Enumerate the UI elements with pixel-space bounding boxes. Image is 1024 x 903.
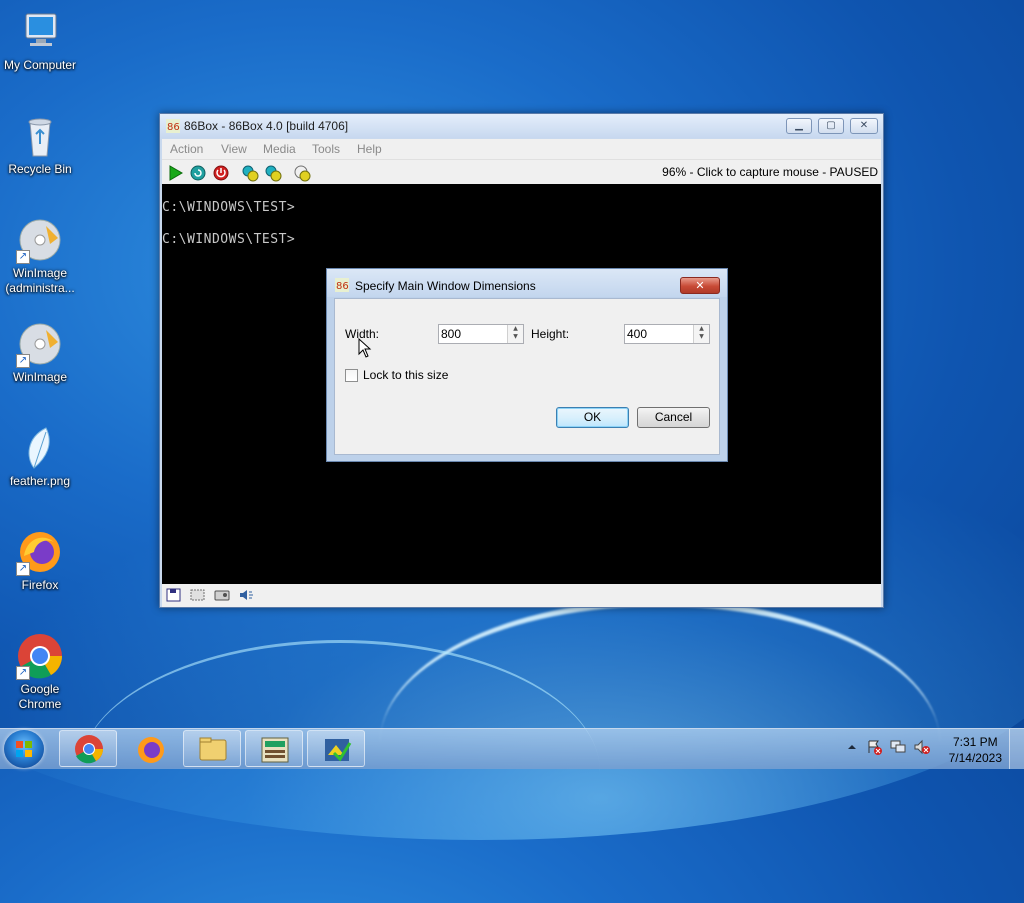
floppy-icon[interactable] bbox=[166, 588, 182, 602]
svg-text:86: 86 bbox=[167, 122, 180, 133]
windows-logo-icon bbox=[16, 741, 32, 757]
menu-help[interactable]: Help bbox=[357, 142, 382, 156]
shortcut-arrow-icon: ↗ bbox=[16, 354, 30, 368]
start-button[interactable] bbox=[4, 730, 44, 768]
cancel-button[interactable]: Cancel bbox=[637, 407, 710, 428]
taskbar-explorer[interactable] bbox=[183, 730, 241, 767]
status-text[interactable]: 96% - Click to capture mouse - PAUSED bbox=[662, 165, 878, 179]
dos-prompt-line: C:\WINDOWS\TEST> bbox=[162, 200, 296, 215]
network-icon[interactable] bbox=[890, 739, 906, 755]
sound-icon[interactable] bbox=[238, 588, 254, 602]
shortcut-arrow-icon: ↗ bbox=[16, 562, 30, 576]
desktop-icon-label: Recycle Bin bbox=[8, 162, 72, 176]
hard-disk-icon[interactable] bbox=[214, 588, 230, 602]
volume-muted-icon[interactable] bbox=[914, 739, 930, 755]
86box-icon bbox=[261, 737, 289, 763]
action-center-icon[interactable] bbox=[866, 739, 882, 755]
recycle-bin-icon bbox=[16, 112, 64, 160]
feather-icon bbox=[16, 424, 64, 472]
taskbar-clock[interactable]: 7:31 PM 7/14/2023 bbox=[949, 734, 1002, 766]
reset-icon[interactable] bbox=[189, 164, 207, 182]
firefox-icon bbox=[138, 737, 164, 763]
width-spinbox[interactable]: 800 ▲ ▼ bbox=[438, 324, 524, 344]
toolbar: 96% - Click to capture mouse - PAUSED bbox=[162, 159, 881, 185]
close-button[interactable]: ✕ bbox=[850, 118, 878, 134]
ctrl-alt-del-icon[interactable] bbox=[264, 164, 282, 182]
width-spin-arrows-icon[interactable]: ▲ ▼ bbox=[507, 325, 523, 343]
menubar: Action View Media Tools Help bbox=[162, 139, 881, 159]
desktop-icon-label: WinImage bbox=[12, 370, 68, 384]
dialog-titlebar[interactable]: 86 Specify Main Window Dimensions ✕ bbox=[327, 269, 727, 297]
lock-size-checkbox[interactable] bbox=[345, 369, 358, 382]
clock-time: 7:31 PM bbox=[952, 735, 998, 749]
dimensions-dialog: 86 Specify Main Window Dimensions ✕ Widt… bbox=[326, 268, 728, 462]
desktop-icon-label: WinImage (administra... bbox=[5, 266, 75, 295]
settings-icon[interactable] bbox=[241, 164, 259, 182]
shortcut-arrow-icon: ↗ bbox=[16, 250, 30, 264]
winimage-icon: ↗ bbox=[16, 320, 64, 368]
dialog-body: Width: 800 ▲ ▼ Height: 400 ▲ ▼ Lock to thi… bbox=[334, 298, 720, 455]
play-icon[interactable] bbox=[166, 164, 184, 182]
desktop-icon-firefox[interactable]: ↗ Firefox bbox=[0, 528, 80, 593]
desktop-icon-label: Firefox bbox=[21, 578, 59, 592]
taskbar-winimage[interactable] bbox=[307, 730, 365, 767]
maximize-button[interactable]: ▢ bbox=[818, 118, 844, 134]
dialog-close-button[interactable]: ✕ bbox=[680, 277, 720, 294]
height-label: Height: bbox=[531, 327, 570, 341]
window-titlebar[interactable]: 86 86Box - 86Box 4.0 [build 4706] ▁ ▢ ✕ bbox=[160, 114, 883, 138]
desktop-icon-google-chrome[interactable]: ↗ Google Chrome bbox=[0, 632, 80, 712]
taskbar-firefox[interactable] bbox=[121, 730, 179, 767]
menu-view[interactable]: View bbox=[221, 142, 247, 156]
86box-icon: 86 bbox=[335, 278, 349, 292]
mouse-cursor-icon bbox=[358, 337, 372, 358]
desktop-icon-recycle-bin[interactable]: Recycle Bin bbox=[0, 112, 80, 177]
height-spinbox[interactable]: 400 ▲ ▼ bbox=[624, 324, 710, 344]
window-title: 86Box - 86Box 4.0 [build 4706] bbox=[184, 119, 349, 133]
desktop-icon-winimage[interactable]: ↗ WinImage bbox=[0, 320, 80, 385]
computer-icon bbox=[16, 8, 64, 56]
ctrl-alt-esc-icon[interactable] bbox=[293, 164, 311, 182]
menu-media[interactable]: Media bbox=[263, 142, 296, 156]
width-value[interactable]: 800 bbox=[441, 327, 461, 341]
taskbar-chrome[interactable] bbox=[59, 730, 117, 767]
desktop-icon-my-computer[interactable]: My Computer bbox=[0, 8, 80, 73]
menu-tools[interactable]: Tools bbox=[312, 142, 340, 156]
ok-button[interactable]: OK bbox=[556, 407, 629, 428]
winimage-icon bbox=[325, 739, 352, 762]
svg-text:86: 86 bbox=[336, 281, 349, 292]
firefox-icon: ↗ bbox=[16, 528, 64, 576]
desktop-icon-label: My Computer bbox=[3, 58, 77, 72]
winimage-icon: ↗ bbox=[16, 216, 64, 264]
explorer-icon bbox=[199, 737, 227, 761]
lock-size-label[interactable]: Lock to this size bbox=[363, 368, 448, 382]
taskbar-86box[interactable] bbox=[245, 730, 303, 767]
dos-prompt-line: C:\WINDOWS\TEST> bbox=[162, 232, 296, 247]
chrome-icon: ↗ bbox=[16, 632, 64, 680]
86box-icon: 86 bbox=[166, 119, 180, 133]
desktop-icon-label: feather.png bbox=[9, 474, 71, 488]
menu-action[interactable]: Action bbox=[170, 142, 203, 156]
height-value[interactable]: 400 bbox=[627, 327, 647, 341]
power-icon[interactable] bbox=[212, 164, 230, 182]
desktop-icon-label: Google Chrome bbox=[18, 682, 62, 711]
minimize-button[interactable]: ▁ bbox=[786, 118, 812, 134]
show-desktop-button[interactable] bbox=[1009, 729, 1024, 769]
cdrom-icon[interactable] bbox=[190, 588, 206, 602]
taskbar: 7:31 PM 7/14/2023 bbox=[0, 728, 1024, 769]
height-spin-arrows-icon[interactable]: ▲ ▼ bbox=[693, 325, 709, 343]
clock-date: 7/14/2023 bbox=[948, 751, 1002, 765]
chrome-icon bbox=[75, 735, 103, 764]
statusbar bbox=[162, 584, 881, 607]
desktop-icon-winimage-admin[interactable]: ↗ WinImage (administra... bbox=[0, 216, 80, 296]
tray-expand-icon[interactable] bbox=[844, 739, 860, 755]
shortcut-arrow-icon: ↗ bbox=[16, 666, 30, 680]
dialog-title: Specify Main Window Dimensions bbox=[355, 279, 536, 293]
desktop-icon-feather[interactable]: feather.png bbox=[0, 424, 80, 489]
